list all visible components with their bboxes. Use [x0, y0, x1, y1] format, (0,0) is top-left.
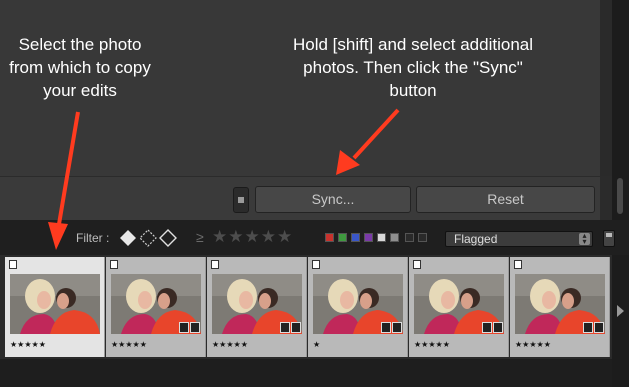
- color-label-none[interactable]: [390, 233, 399, 242]
- panel-edge: [600, 0, 612, 176]
- develop-badge-icon: [190, 322, 200, 333]
- rating-filter-stars[interactable]: ★★★★★: [212, 227, 293, 247]
- filmstrip-thumbnail[interactable]: ★: [308, 257, 408, 357]
- thumbnail-rating: ★★★★★: [10, 340, 46, 349]
- thumbnail-rating: ★★★★★: [414, 340, 450, 349]
- filmstrip-thumbnail[interactable]: ★★★★★: [5, 257, 105, 357]
- filter-on-off-switch[interactable]: [603, 230, 615, 247]
- color-label-purple[interactable]: [364, 233, 373, 242]
- filmstrip-bottom: [0, 359, 612, 387]
- edit-badges: [583, 322, 605, 334]
- keyword-badge-icon: [482, 322, 492, 333]
- rejected-filter-icon: [159, 229, 177, 247]
- scrollbar-thumb[interactable]: [617, 178, 623, 214]
- flag-icon[interactable]: [413, 260, 421, 269]
- flag-icon[interactable]: [312, 260, 320, 269]
- flag-icon[interactable]: [110, 260, 118, 269]
- flag-icon[interactable]: [514, 260, 522, 269]
- chevron-right-icon: [617, 305, 624, 317]
- thumbnail-rating: ★★★★★: [111, 340, 147, 349]
- thumbnail-rating: ★: [313, 340, 321, 349]
- color-label-green[interactable]: [338, 233, 347, 242]
- filmstrip-thumbnail[interactable]: ★★★★★: [510, 257, 610, 357]
- filmstrip-thumbnail[interactable]: ★★★★★: [207, 257, 307, 357]
- edit-badges: [179, 322, 201, 334]
- flag-filter-icons[interactable]: [118, 229, 178, 247]
- filmstrip-thumbnail[interactable]: ★★★★★: [409, 257, 509, 357]
- keyword-badge-icon: [583, 322, 593, 333]
- color-label-extra[interactable]: [405, 233, 414, 242]
- edit-badges: [482, 322, 504, 334]
- develop-badge-icon: [392, 322, 402, 333]
- filmstrip-right-nav[interactable]: [612, 255, 629, 387]
- filter-preset-dropdown[interactable]: Flagged ▴ ▾: [445, 231, 593, 247]
- reset-button[interactable]: Reset: [416, 186, 595, 213]
- filter-label: Filter :: [76, 231, 110, 245]
- auto-sync-toggle[interactable]: [233, 187, 249, 213]
- dropdown-arrows-icon: ▴ ▾: [579, 232, 590, 246]
- thumbnail-rating: ★★★★★: [515, 340, 551, 349]
- button-bar-edge: [600, 176, 612, 220]
- color-label-blue[interactable]: [351, 233, 360, 242]
- color-label-custom[interactable]: [377, 233, 386, 242]
- keyword-badge-icon: [179, 322, 189, 333]
- sync-button[interactable]: Sync...: [255, 186, 411, 213]
- flag-icon[interactable]: [211, 260, 219, 269]
- keyword-badge-icon: [280, 322, 290, 333]
- keyword-badge-icon: [381, 322, 391, 333]
- couple-photo: [10, 274, 100, 334]
- edit-badges: [381, 322, 403, 334]
- color-label-red[interactable]: [325, 233, 334, 242]
- flag-icon[interactable]: [9, 260, 17, 269]
- panel-scrollbar[interactable]: [612, 0, 629, 220]
- thumbnail-rating: ★★★★★: [212, 340, 248, 349]
- color-label-extra-2[interactable]: [418, 233, 427, 242]
- edit-badges: [280, 322, 302, 334]
- develop-badge-icon: [493, 322, 503, 333]
- unflagged-filter-icon: [139, 229, 157, 247]
- annotation-sync-instructions: Hold [shift] and select additional photo…: [292, 35, 534, 100]
- filter-preset-value: Flagged: [454, 232, 498, 246]
- flagged-filter-icon: [120, 230, 136, 246]
- rating-operator[interactable]: ≥: [196, 229, 204, 245]
- switch-icon: [606, 233, 612, 237]
- filmstrip-thumbnail[interactable]: ★★★★★: [106, 257, 206, 357]
- develop-badge-icon: [594, 322, 604, 333]
- develop-badge-icon: [291, 322, 301, 333]
- annotation-select-photo: Select the photo from which to copy your…: [9, 35, 151, 100]
- toggle-switch-icon: [238, 197, 244, 203]
